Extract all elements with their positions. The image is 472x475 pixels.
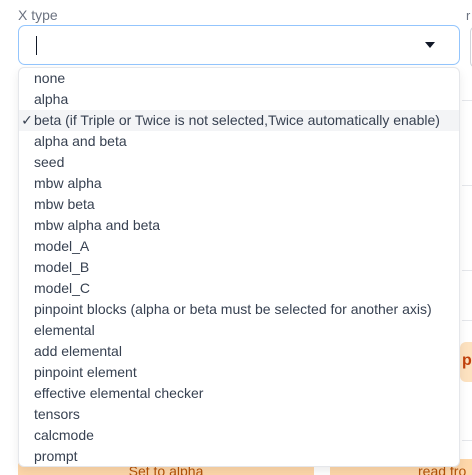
dropdown-option[interactable]: elemental (19, 320, 459, 341)
x-type-label: X type (18, 7, 58, 23)
dropdown-option-label: pinpoint element (34, 364, 137, 380)
dropdown-option-label: model_A (34, 238, 90, 254)
dropdown-option[interactable]: alpha and beta (19, 131, 459, 152)
dropdown-option-label: tensors (34, 406, 80, 422)
dropdown-option[interactable]: effective elemental checker (19, 383, 459, 404)
checkmark-icon: ✓ (21, 112, 33, 128)
dropdown-option-label: model_B (34, 259, 90, 275)
divider (462, 440, 472, 441)
dropdown-option[interactable]: mbw alpha and beta (19, 215, 459, 236)
dropdown-option[interactable]: alpha (19, 89, 459, 110)
divider (462, 270, 472, 271)
dropdown-option-label: calcmode (34, 427, 94, 443)
x-type-select[interactable] (18, 25, 460, 65)
dropdown-option[interactable]: tensors (19, 404, 459, 425)
divider (462, 320, 472, 321)
dropdown-option-label: model_C (34, 280, 91, 296)
dropdown-option[interactable]: seed (19, 152, 459, 173)
x-type-dropdown-list: none alpha ✓ beta (if Triple or Twice is no… (18, 67, 460, 467)
divider (462, 100, 472, 101)
dropdown-option-label: effective elemental checker (34, 385, 204, 401)
right-action-button[interactable]: p (460, 342, 472, 382)
dropdown-option-label: prompt (34, 448, 78, 464)
dropdown-option[interactable]: ✓ beta (if Triple or Twice is not selecte… (19, 110, 459, 131)
dropdown-option-label: elemental (34, 322, 95, 338)
merge-settings-panel: r p Set to alpha read fro X type none alp… (0, 0, 472, 475)
dropdown-option-label: mbw beta (34, 196, 95, 212)
dropdown-option-label: mbw alpha and beta (34, 217, 161, 233)
right-action-button-label: p (462, 352, 472, 369)
dropdown-option[interactable]: add elemental (19, 341, 459, 362)
dropdown-option[interactable]: pinpoint element (19, 362, 459, 383)
dropdown-option[interactable]: pinpoint blocks (alpha or beta must be s… (19, 299, 459, 320)
dropdown-option[interactable]: model_A (19, 236, 459, 257)
dropdown-option[interactable]: model_C (19, 278, 459, 299)
dropdown-option[interactable]: model_B (19, 257, 459, 278)
right-column (460, 0, 472, 475)
dropdown-option[interactable]: mbw beta (19, 194, 459, 215)
text-caret (36, 36, 37, 55)
dropdown-option[interactable]: calcmode (19, 425, 459, 446)
dropdown-option[interactable]: none (19, 68, 459, 89)
dropdown-option-label: alpha (34, 91, 69, 107)
dropdown-option[interactable]: prompt (19, 446, 459, 466)
chevron-down-icon[interactable] (425, 42, 435, 48)
divider (462, 185, 472, 186)
dropdown-option-label: pinpoint blocks (alpha or beta must be s… (34, 301, 432, 317)
dropdown-option-label: beta (if Triple or Twice is not selected… (34, 112, 440, 128)
dropdown-option-label: seed (34, 154, 65, 170)
dropdown-option-label: mbw alpha (34, 175, 102, 191)
dropdown-option-label: alpha and beta (34, 133, 127, 149)
dropdown-option-label: none (34, 70, 66, 86)
right-field-label: r (466, 8, 471, 23)
dropdown-option-label: add elemental (34, 343, 122, 359)
dropdown-option[interactable]: mbw alpha (19, 173, 459, 194)
